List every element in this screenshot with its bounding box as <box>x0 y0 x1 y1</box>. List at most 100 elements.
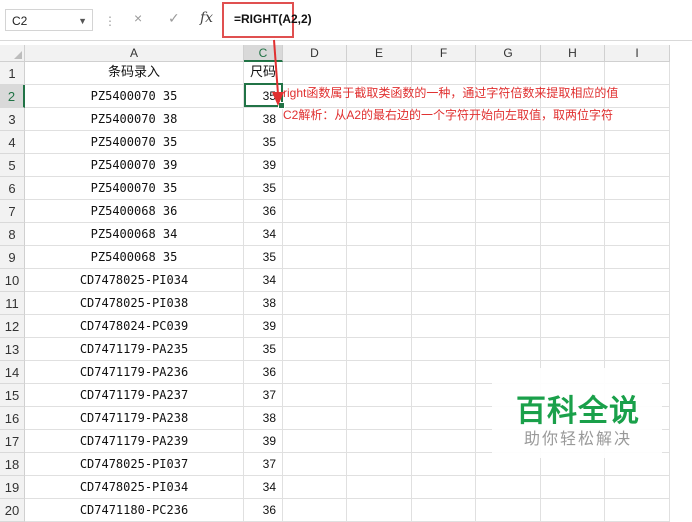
cell-f5[interactable] <box>412 154 476 177</box>
cell-e19[interactable] <box>347 476 412 499</box>
chevron-down-icon[interactable]: ▼ <box>78 10 87 32</box>
row-header-9[interactable]: 9 <box>0 246 25 269</box>
cell-g10[interactable] <box>476 269 541 292</box>
cell-c19[interactable]: 34 <box>244 476 283 499</box>
cell-d15[interactable] <box>283 384 347 407</box>
cell-h10[interactable] <box>541 269 605 292</box>
cell-f11[interactable] <box>412 292 476 315</box>
cell-c16[interactable]: 38 <box>244 407 283 430</box>
cell-i19[interactable] <box>605 476 670 499</box>
cell-a9[interactable]: PZ5400068 35 <box>25 246 244 269</box>
cell-d14[interactable] <box>283 361 347 384</box>
name-box[interactable]: C2 ▼ <box>5 9 93 31</box>
cell-a1[interactable]: 条码录入 <box>25 62 244 85</box>
cell-e9[interactable] <box>347 246 412 269</box>
cell-c3[interactable]: 38 <box>244 108 283 131</box>
row-header-1[interactable]: 1 <box>0 62 25 85</box>
cell-c6[interactable]: 35 <box>244 177 283 200</box>
formula-input[interactable]: =RIGHT(A2,2) <box>234 12 312 26</box>
cell-d17[interactable] <box>283 430 347 453</box>
row-header-4[interactable]: 4 <box>0 131 25 154</box>
cell-f7[interactable] <box>412 200 476 223</box>
cell-c18[interactable]: 37 <box>244 453 283 476</box>
select-all-corner[interactable] <box>0 45 25 62</box>
cell-a11[interactable]: CD7478025-PI038 <box>25 292 244 315</box>
cell-d13[interactable] <box>283 338 347 361</box>
row-header-2[interactable]: 2 <box>0 85 25 108</box>
cell-g20[interactable] <box>476 499 541 522</box>
row-header-20[interactable]: 20 <box>0 499 25 522</box>
cell-d11[interactable] <box>283 292 347 315</box>
row-header-12[interactable]: 12 <box>0 315 25 338</box>
row-header-11[interactable]: 11 <box>0 292 25 315</box>
row-header-13[interactable]: 13 <box>0 338 25 361</box>
cell-c5[interactable]: 39 <box>244 154 283 177</box>
cell-c17[interactable]: 39 <box>244 430 283 453</box>
cell-e4[interactable] <box>347 131 412 154</box>
cell-g9[interactable] <box>476 246 541 269</box>
cell-d8[interactable] <box>283 223 347 246</box>
cell-e14[interactable] <box>347 361 412 384</box>
cell-a17[interactable]: CD7471179-PA239 <box>25 430 244 453</box>
cell-a20[interactable]: CD7471180-PC236 <box>25 499 244 522</box>
cell-d7[interactable] <box>283 200 347 223</box>
cell-e8[interactable] <box>347 223 412 246</box>
column-header-e[interactable]: E <box>347 45 412 62</box>
cell-c7[interactable]: 36 <box>244 200 283 223</box>
cell-h4[interactable] <box>541 131 605 154</box>
enter-icon[interactable]: ✓ <box>168 10 180 27</box>
cell-f8[interactable] <box>412 223 476 246</box>
cell-i1[interactable] <box>605 62 670 85</box>
cell-g19[interactable] <box>476 476 541 499</box>
cell-d5[interactable] <box>283 154 347 177</box>
cell-a5[interactable]: PZ5400070 39 <box>25 154 244 177</box>
cell-d6[interactable] <box>283 177 347 200</box>
cell-a19[interactable]: CD7478025-PI034 <box>25 476 244 499</box>
cell-e16[interactable] <box>347 407 412 430</box>
cell-e17[interactable] <box>347 430 412 453</box>
cell-h7[interactable] <box>541 200 605 223</box>
cell-a4[interactable]: PZ5400070 35 <box>25 131 244 154</box>
cell-a14[interactable]: CD7471179-PA236 <box>25 361 244 384</box>
cell-c14[interactable]: 36 <box>244 361 283 384</box>
cell-a13[interactable]: CD7471179-PA235 <box>25 338 244 361</box>
cell-d1[interactable] <box>283 62 347 85</box>
cell-c10[interactable]: 34 <box>244 269 283 292</box>
row-header-10[interactable]: 10 <box>0 269 25 292</box>
cell-h20[interactable] <box>541 499 605 522</box>
cell-h13[interactable] <box>541 338 605 361</box>
row-header-14[interactable]: 14 <box>0 361 25 384</box>
cell-a2[interactable]: PZ5400070 35 <box>25 85 244 108</box>
cell-a12[interactable]: CD7478024-PC039 <box>25 315 244 338</box>
cell-e12[interactable] <box>347 315 412 338</box>
cell-f15[interactable] <box>412 384 476 407</box>
cell-e10[interactable] <box>347 269 412 292</box>
cell-a16[interactable]: CD7471179-PA238 <box>25 407 244 430</box>
cell-f14[interactable] <box>412 361 476 384</box>
cell-e13[interactable] <box>347 338 412 361</box>
column-header-g[interactable]: G <box>476 45 541 62</box>
cell-c9[interactable]: 35 <box>244 246 283 269</box>
cell-i5[interactable] <box>605 154 670 177</box>
cell-c4[interactable]: 35 <box>244 131 283 154</box>
cell-i8[interactable] <box>605 223 670 246</box>
cell-d16[interactable] <box>283 407 347 430</box>
cell-i6[interactable] <box>605 177 670 200</box>
cell-h1[interactable] <box>541 62 605 85</box>
cell-c13[interactable]: 35 <box>244 338 283 361</box>
column-header-i[interactable]: I <box>605 45 670 62</box>
cell-e6[interactable] <box>347 177 412 200</box>
row-header-6[interactable]: 6 <box>0 177 25 200</box>
cell-a7[interactable]: PZ5400068 36 <box>25 200 244 223</box>
row-header-8[interactable]: 8 <box>0 223 25 246</box>
column-header-a[interactable]: A <box>25 45 244 62</box>
cell-c11[interactable]: 38 <box>244 292 283 315</box>
cell-g8[interactable] <box>476 223 541 246</box>
cell-d9[interactable] <box>283 246 347 269</box>
cell-e11[interactable] <box>347 292 412 315</box>
cell-i7[interactable] <box>605 200 670 223</box>
cell-h5[interactable] <box>541 154 605 177</box>
cell-e15[interactable] <box>347 384 412 407</box>
cell-i4[interactable] <box>605 131 670 154</box>
cell-e18[interactable] <box>347 453 412 476</box>
